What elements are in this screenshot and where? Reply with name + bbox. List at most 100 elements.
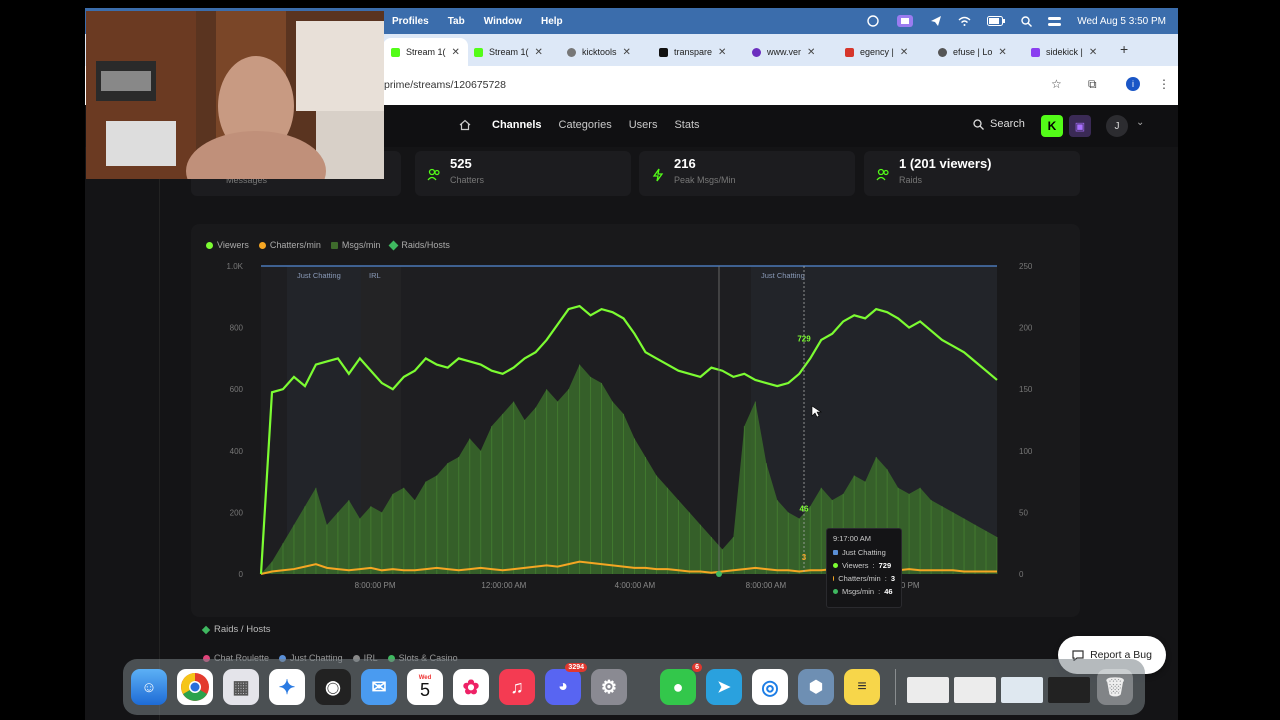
status-area: Wed Aug 5 3:50 PM	[866, 8, 1166, 34]
y-axis-right-tick: 0	[1019, 570, 1024, 579]
close-icon[interactable]: ✕	[718, 47, 726, 58]
tab-www-ver[interactable]: www.ver ✕	[752, 43, 815, 61]
nav-stats[interactable]: Stats	[674, 119, 699, 131]
messages-app-icon[interactable]: ● 6	[660, 663, 702, 705]
search-button[interactable]: Search	[973, 118, 1025, 130]
tooltip-value: 46	[884, 587, 893, 596]
telegram-icon[interactable]	[930, 15, 942, 27]
quickshare-app-icon[interactable]: ◎	[752, 669, 788, 705]
utility-app-icon[interactable]: ⬢	[798, 669, 834, 705]
tooltip-row: Chatters/min:3	[833, 574, 895, 583]
home-icon[interactable]	[459, 119, 471, 131]
tooltip-swatch	[833, 576, 835, 581]
twitch-platform-button[interactable]: ▣	[1069, 115, 1091, 137]
stat-value: 1 (201 viewers)	[899, 156, 992, 171]
close-icon[interactable]: ✕	[900, 47, 908, 58]
avatar[interactable]: J	[1106, 115, 1128, 137]
twitch-logo-icon: ▣	[1074, 120, 1086, 133]
tooltip-row: Viewers:729	[833, 561, 895, 570]
wifi-icon[interactable]	[958, 16, 971, 26]
menu-profiles[interactable]: Profiles	[392, 16, 429, 27]
tooltip-label: Viewers	[842, 561, 869, 570]
obs-app-icon[interactable]: ◉	[315, 669, 351, 705]
tab-efuse[interactable]: efuse | Lo ✕	[938, 43, 1007, 61]
tab-label: www.ver	[767, 47, 802, 57]
tooltip-value: 3	[890, 574, 895, 583]
minimized-window-thumbnail[interactable]	[907, 677, 949, 703]
dock-divider	[895, 669, 896, 705]
close-icon[interactable]: ✕	[452, 47, 460, 58]
system-settings-app-icon[interactable]: ⚙	[591, 669, 627, 705]
chevron-down-icon[interactable]: ⌄	[1136, 117, 1144, 128]
nav-categories[interactable]: Categories	[559, 119, 612, 131]
stream-chart[interactable]: Just Chatting IRL Just Chatting 0 200 400 600 8…	[191, 224, 1080, 617]
stat-card-raids: 1 (201 viewers) Raids	[864, 151, 1080, 196]
category-band-label: Just Chatting	[297, 271, 341, 280]
point-label: 46	[800, 504, 809, 513]
discord-app-icon[interactable]: ◕ 3294	[545, 663, 587, 705]
nav-users[interactable]: Users	[629, 119, 658, 131]
close-icon[interactable]: ✕	[535, 47, 543, 58]
profile-icon[interactable]: i	[1126, 77, 1140, 91]
tab-egency[interactable]: egency | ✕	[845, 43, 908, 61]
calendar-app-icon[interactable]: Wed 5	[407, 669, 443, 705]
menu-help[interactable]: Help	[541, 16, 563, 27]
x-axis-tick: 4:00:00 AM	[615, 581, 656, 590]
tooltip-swatch	[833, 563, 838, 568]
stat-card-chatters: 525 Chatters	[415, 151, 631, 196]
mac-dock: ☺ ▦ ✦ ◉ ✉ Wed 5 ✿ ♫ ◕ 3294 ⚙ ● 6 ➤ ◎ ⬢ ≡…	[123, 659, 1145, 715]
menu-tab[interactable]: Tab	[448, 16, 465, 27]
trash-app-icon[interactable]: 🗑	[1097, 669, 1133, 705]
close-icon[interactable]: ✕	[998, 47, 1006, 58]
menubar-clock[interactable]: Wed Aug 5 3:50 PM	[1077, 16, 1166, 27]
mail-app-icon[interactable]: ✉	[361, 669, 397, 705]
close-icon[interactable]: ✕	[1089, 47, 1097, 58]
screen-record-icon[interactable]	[896, 14, 914, 28]
chrome-app-icon[interactable]	[177, 669, 213, 705]
extensions-icon[interactable]: ⧉	[1088, 77, 1097, 92]
minimized-window-thumbnail[interactable]	[954, 677, 996, 703]
music-app-icon[interactable]: ♫	[499, 669, 535, 705]
globe-favicon-icon	[567, 47, 576, 57]
stat-label: Chatters	[450, 175, 485, 185]
tab-sidekick[interactable]: sidekick | ✕	[1031, 43, 1097, 61]
raid-marker	[716, 571, 722, 577]
url-field[interactable]: prime/streams/120675728	[384, 79, 506, 91]
more-menu-icon[interactable]: ⋮	[1158, 77, 1170, 91]
shield-favicon-icon	[752, 47, 761, 57]
finder-app-icon[interactable]: ☺	[131, 669, 167, 705]
safari-app-icon[interactable]: ✦	[269, 669, 305, 705]
menu-window[interactable]: Window	[484, 16, 522, 27]
display-icon[interactable]	[866, 15, 880, 27]
battery-icon[interactable]	[987, 16, 1006, 26]
tab-label: efuse | Lo	[953, 47, 993, 57]
telegram-app-icon[interactable]: ➤	[706, 669, 742, 705]
webcam-feed-image	[86, 11, 384, 179]
chrome-logo-icon	[181, 673, 209, 701]
minimized-window-thumbnail[interactable]	[1048, 677, 1090, 703]
nav-channels[interactable]: Channels	[492, 119, 542, 131]
control-center-icon[interactable]	[1048, 16, 1062, 27]
tab-kicktools[interactable]: kicktools ✕	[567, 43, 631, 61]
stat-value: 525	[450, 156, 472, 171]
spotlight-search-icon[interactable]	[1021, 15, 1033, 27]
category-band-label: IRL	[369, 271, 381, 280]
new-tab-icon[interactable]: +	[1120, 41, 1128, 57]
kick-platform-button[interactable]: K	[1041, 115, 1063, 137]
close-icon[interactable]: ✕	[807, 47, 815, 58]
tab-stream-1[interactable]: Stream 1( ✕	[383, 38, 468, 66]
minimized-window-thumbnail[interactable]	[1001, 677, 1043, 703]
launchpad-app-icon[interactable]: ▦	[223, 669, 259, 705]
stream-chart-card: Viewers Chatters/min Msgs/min Raids/Host…	[191, 224, 1080, 617]
bookmark-star-icon[interactable]: ☆	[1051, 77, 1062, 91]
close-icon[interactable]: ✕	[623, 47, 631, 58]
webcam-overlay	[86, 11, 384, 179]
photos-app-icon[interactable]: ✿	[453, 669, 489, 705]
x-axis-tick: 8:00:00 AM	[746, 581, 787, 590]
y-axis-right-tick: 100	[1019, 447, 1033, 456]
tab-transparency[interactable]: transpare ✕	[659, 43, 726, 61]
notes-app-icon[interactable]: ≡	[844, 669, 880, 705]
tooltip-label: Msgs/min	[842, 587, 875, 596]
tab-stream-2[interactable]: Stream 1( ✕	[474, 43, 543, 61]
chart-tooltip: 9:17:00 AM Just Chatting Viewers:729 Cha…	[826, 528, 902, 608]
